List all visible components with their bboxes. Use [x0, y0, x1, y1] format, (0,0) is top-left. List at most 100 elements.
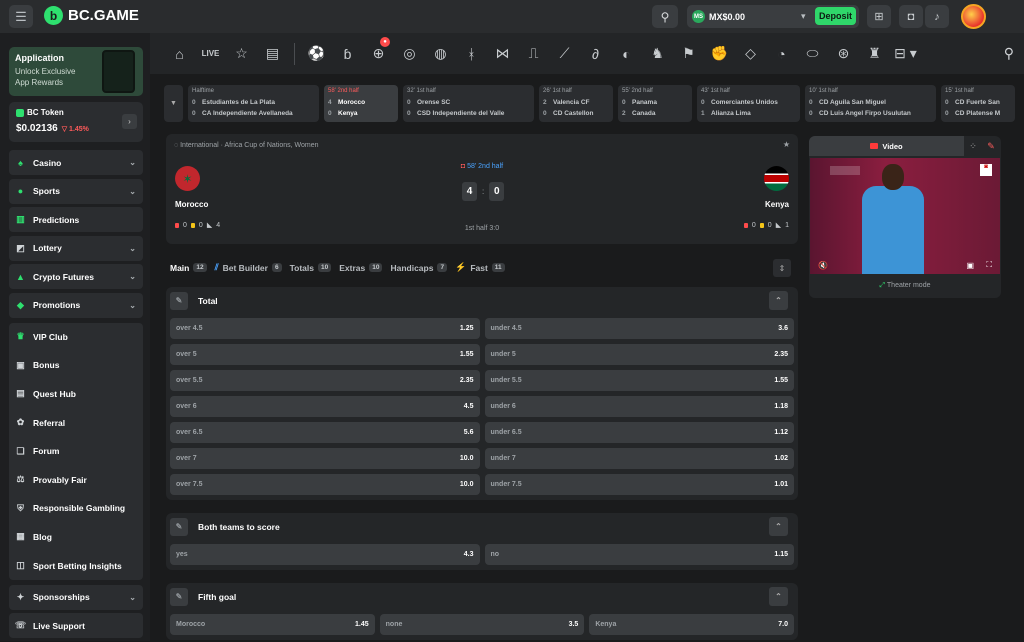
- darts-icon[interactable]: ◇: [735, 45, 766, 62]
- odd-button[interactable]: no 1.15: [484, 544, 794, 565]
- volleyball-icon[interactable]: ◐: [611, 46, 642, 62]
- chess-icon[interactable]: ♜: [859, 45, 890, 62]
- odd-button[interactable]: under 7 1.02: [484, 448, 794, 469]
- deposit-button[interactable]: Deposit: [815, 7, 856, 25]
- tab-fast[interactable]: ⚡ Fast 11: [455, 262, 505, 273]
- odd-button[interactable]: yes 4.3: [170, 544, 480, 565]
- live-match-card[interactable]: 32' 1st half 0 Orense SC 0 CSD Independien…: [403, 85, 534, 122]
- live-icon[interactable]: LIVE: [195, 49, 226, 58]
- theater-mode-button[interactable]: ⤢ Theater mode: [809, 282, 1001, 290]
- badminton-icon[interactable]: ∂: [580, 46, 611, 62]
- more-sports-icon[interactable]: ⊟ ▾: [890, 45, 921, 62]
- chat-icon[interactable]: ◘: [899, 5, 923, 28]
- odd-button[interactable]: over 6.5 5.6: [170, 422, 480, 443]
- odd-button[interactable]: under 5 2.35: [484, 344, 794, 365]
- sort-icon[interactable]: ⇕: [773, 259, 791, 277]
- odd-button[interactable]: under 4.5 3.6: [484, 318, 794, 339]
- basketball-icon[interactable]: ◍: [425, 45, 456, 62]
- odd-button[interactable]: none 3.5: [379, 614, 585, 635]
- esports-icon[interactable]: ⊕ ●: [363, 37, 394, 62]
- odd-button[interactable]: over 4.5 1.25: [170, 318, 480, 339]
- cricket-icon[interactable]: ᚼ: [456, 46, 487, 62]
- avatar[interactable]: [961, 4, 986, 29]
- live-match-card[interactable]: 43' 1st half 0 Comerciantes Unidos 1 Alian…: [697, 85, 800, 122]
- sidebar-item-sponsorships[interactable]: ✦ Sponsorships ⌄: [9, 584, 143, 610]
- bc-sports-icon[interactable]: ɓ: [332, 46, 363, 62]
- sidebar-item-lottery[interactable]: ◩ Lottery ⌄: [9, 235, 143, 261]
- gift-icon[interactable]: ⊞: [867, 5, 891, 28]
- odd-button[interactable]: under 5.5 1.55: [484, 370, 794, 391]
- mute-icon[interactable]: 🔇: [818, 261, 828, 270]
- live-match-card[interactable]: 26' 1st half 2 Valencia CF 0 CD Castellon: [539, 85, 613, 122]
- video-player[interactable]: ◙ 🔇 ▣ ⛶: [810, 158, 1000, 274]
- live-match-card[interactable]: 10' 1st half 0 CD Aguila San Miguel 0 CD L…: [805, 85, 936, 122]
- baseball-icon[interactable]: ⟋: [549, 45, 580, 62]
- horse-racing-icon[interactable]: ♞: [642, 45, 673, 62]
- odd-button[interactable]: over 5.5 2.35: [170, 370, 480, 391]
- live-match-card[interactable]: Halftime 0 Estudiantes de La Plata 0 CA In…: [188, 85, 319, 122]
- search-icon[interactable]: ⚲: [652, 5, 678, 28]
- sidebar-item-casino[interactable]: ♠ Casino ⌄: [9, 150, 143, 175]
- pin-icon[interactable]: ✎: [982, 141, 1000, 152]
- bc-token-card[interactable]: BC Token $0.02136 ▽ 1.45% ›: [9, 102, 143, 142]
- app-promo-card[interactable]: Application Unlock Exclusive App Rewards: [9, 47, 143, 96]
- tab-totals[interactable]: Totals 10: [290, 263, 332, 273]
- tab-main[interactable]: Main 12: [170, 263, 207, 273]
- pip-icon[interactable]: ▣: [966, 261, 974, 270]
- odd-button[interactable]: under 6 1.18: [484, 396, 794, 417]
- hockey-icon[interactable]: ⋈: [487, 45, 518, 62]
- chevron-up-icon[interactable]: ⌃: [769, 517, 788, 536]
- sidebar-item-responsible-gambling[interactable]: ⛨ Responsible Gambling: [9, 494, 143, 523]
- pin-icon[interactable]: ✎: [170, 291, 188, 310]
- odd-button[interactable]: Morocco 1.45: [170, 614, 375, 635]
- tab-bet-builder[interactable]: ⫽ Bet Builder 6: [215, 262, 282, 273]
- sidebar-item-referral[interactable]: ✿ Referral: [9, 408, 143, 437]
- live-match-card[interactable]: 15' 1st half 0 CD Fuerte San 0 CD Platense…: [941, 85, 1015, 122]
- sidebar-item-predictions[interactable]: ▥ Predictions: [9, 207, 143, 232]
- odd-button[interactable]: over 7.5 10.0: [170, 474, 480, 495]
- rugby-icon[interactable]: ⬭: [797, 45, 828, 62]
- odd-button[interactable]: over 5 1.55: [170, 344, 480, 365]
- sidebar-item-vip-club[interactable]: ♛ VIP Club: [9, 323, 143, 352]
- sidebar-item-promotions[interactable]: ◆ Promotions ⌄: [9, 292, 143, 318]
- odd-button[interactable]: Kenya 7.0: [589, 614, 794, 635]
- odd-button[interactable]: over 7 10.0: [170, 448, 480, 469]
- sidebar-item-forum[interactable]: ❏ Forum: [9, 437, 143, 466]
- pin-icon[interactable]: ✎: [170, 517, 188, 536]
- odd-button[interactable]: under 7.5 1.01: [484, 474, 794, 495]
- mma-icon[interactable]: ✊: [704, 45, 735, 62]
- betslip-icon[interactable]: ▤: [257, 45, 288, 62]
- sidebar-item-provably-fair[interactable]: ⚖ Provably Fair: [9, 465, 143, 494]
- sidebar-item-sport-betting-insights[interactable]: ◫ Sport Betting Insights: [9, 551, 143, 580]
- odd-button[interactable]: over 6 4.5: [170, 396, 480, 417]
- league-name[interactable]: ◌ International · Africa Cup of Nations,…: [174, 142, 319, 149]
- golf-icon[interactable]: ⚑: [673, 45, 704, 62]
- chevron-up-icon[interactable]: ⌃: [769, 587, 788, 606]
- star-icon[interactable]: ☆: [226, 45, 257, 62]
- chevron-up-icon[interactable]: ⌃: [769, 291, 788, 310]
- sidebar-item-bonus[interactable]: ▣ Bonus: [9, 351, 143, 380]
- favorite-star-icon[interactable]: ★: [783, 140, 790, 149]
- sidebar-item-live-support[interactable]: ☏ Live Support: [9, 613, 143, 639]
- sidebar-item-sports[interactable]: ● Sports ⌄: [9, 178, 143, 204]
- soccer-icon[interactable]: ⚽: [301, 45, 332, 62]
- sidebar-item-crypto-futures[interactable]: ▲ Crypto Futures ⌄: [9, 264, 143, 289]
- sidebar-item-quest-hub[interactable]: ▤ Quest Hub: [9, 380, 143, 409]
- live-match-card[interactable]: 55' 2nd half 0 Panama 2 Canada: [618, 85, 692, 122]
- table-tennis-icon[interactable]: ⎍: [518, 45, 549, 62]
- snooker-icon[interactable]: ◔: [766, 46, 797, 62]
- menu-icon[interactable]: ☰: [9, 5, 33, 28]
- logo[interactable]: b BC.GAME: [44, 6, 139, 25]
- tab-extras[interactable]: Extras 10: [339, 263, 383, 273]
- odd-button[interactable]: under 6.5 1.12: [484, 422, 794, 443]
- tennis-icon[interactable]: ◎: [394, 45, 425, 62]
- live-match-card-selected[interactable]: 58' 2nd half 4 Morocco 0 Kenya: [324, 85, 398, 122]
- video-tab[interactable]: Video: [809, 136, 964, 156]
- sidebar-item-blog[interactable]: ▦ Blog: [9, 523, 143, 552]
- search-icon[interactable]: ⚲: [1004, 45, 1014, 62]
- pin-icon[interactable]: ✎: [170, 587, 188, 606]
- motorsport-icon[interactable]: ⊛: [828, 45, 859, 62]
- chevron-down-icon[interactable]: ▼: [164, 85, 183, 122]
- home-icon[interactable]: ⌂: [164, 46, 195, 62]
- fullscreen-icon[interactable]: ⛶: [986, 260, 992, 270]
